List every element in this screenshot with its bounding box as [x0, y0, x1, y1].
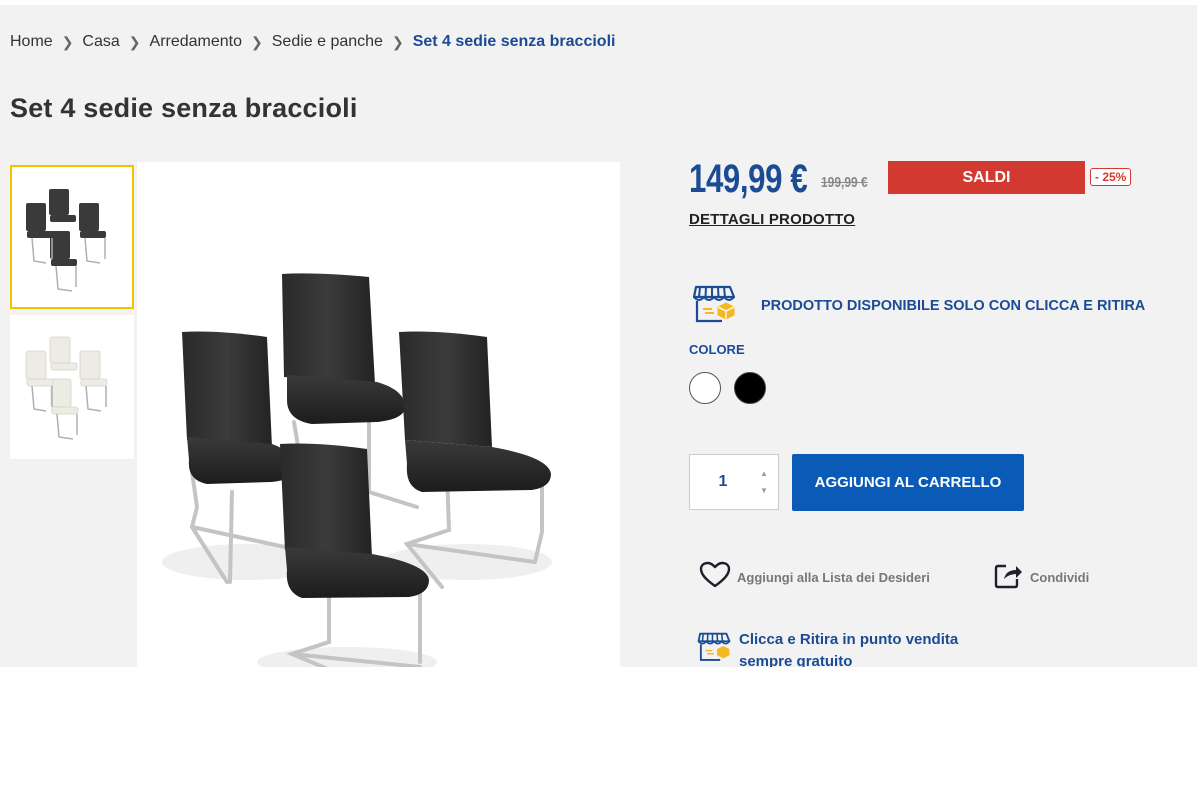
promo-line-1: Clicca e Ritira in punto vendita [739, 631, 959, 648]
main-product-image[interactable] [137, 162, 620, 667]
chevron-right-icon: ❯ [251, 33, 263, 50]
chair-set-black-thumbnail-image [26, 189, 106, 292]
thumbnail-white-chairs[interactable] [10, 315, 134, 459]
price-row: 149,99 € 199,99 € [689, 157, 873, 202]
share-label: Condividi [1030, 570, 1090, 585]
sale-badge: SALDI [888, 161, 1085, 194]
breadcrumb-casa[interactable]: Casa [82, 33, 119, 51]
discount-badge: - 25% [1090, 168, 1132, 186]
promo-text: Clicca e Ritira in punto vendita sempre … [739, 629, 958, 667]
promo-line-2: sempre gratuito [739, 653, 853, 667]
breadcrumb-arredamento[interactable]: Arredamento [150, 33, 243, 51]
decrement-arrow-icon[interactable]: ▼ [758, 486, 770, 496]
wishlist-label: Aggiungi alla Lista dei Desideri [737, 570, 930, 585]
thumbnail-black-chairs[interactable] [10, 165, 134, 309]
color-label: COLORE [689, 342, 745, 357]
share-button[interactable]: Condividi [994, 561, 1089, 594]
breadcrumb-home[interactable]: Home [10, 33, 53, 51]
increment-arrow-icon[interactable]: ▲ [758, 469, 770, 479]
chevron-right-icon: ❯ [61, 33, 74, 50]
current-price: 149,99 € [689, 157, 808, 201]
breadcrumb: Home ❯ Casa ❯ Arredamento ❯ Sedie e panc… [10, 33, 615, 51]
color-swatch-white[interactable] [689, 372, 721, 404]
old-price: 199,99 € [820, 174, 868, 191]
availability-notice: PRODOTTO DISPONIBILE SOLO CON CLICCA E R… [692, 281, 1145, 330]
product-details-link[interactable]: DETTAGLI PRODOTTO [689, 211, 855, 228]
chair-set-white-thumbnail-image [25, 336, 108, 440]
chevron-right-icon: ❯ [128, 33, 141, 50]
availability-prefix: PRODOTTO DISPONIBILE SOLO CON [761, 297, 1025, 314]
quantity-input[interactable] [690, 455, 756, 509]
page-title: Set 4 sedie senza braccioli [10, 93, 358, 123]
add-to-cart-button[interactable]: AGGIUNGI AL CARRELLO [792, 454, 1024, 511]
share-icon [994, 561, 1024, 594]
heart-icon [699, 561, 731, 594]
color-swatch-black[interactable] [734, 372, 766, 404]
product-page: Home ❯ Casa ❯ Arredamento ❯ Sedie e panc… [0, 5, 1197, 667]
click-and-collect-promo: Clicca e Ritira in punto vendita sempre … [697, 629, 958, 667]
quantity-stepper[interactable]: ▲ ▼ [689, 454, 779, 510]
store-icon [692, 281, 736, 330]
availability-highlight: CLICCA E RITIRA [1024, 297, 1146, 314]
availability-text: PRODOTTO DISPONIBILE SOLO CON CLICCA E R… [761, 298, 1145, 314]
breadcrumb-sedie-e-panche[interactable]: Sedie e panche [272, 33, 383, 51]
breadcrumb-current: Set 4 sedie senza braccioli [412, 33, 616, 50]
wishlist-button[interactable]: Aggiungi alla Lista dei Desideri [699, 561, 930, 594]
chevron-right-icon: ❯ [391, 33, 404, 50]
store-icon [697, 629, 731, 667]
chair-set-black-image [162, 273, 552, 667]
